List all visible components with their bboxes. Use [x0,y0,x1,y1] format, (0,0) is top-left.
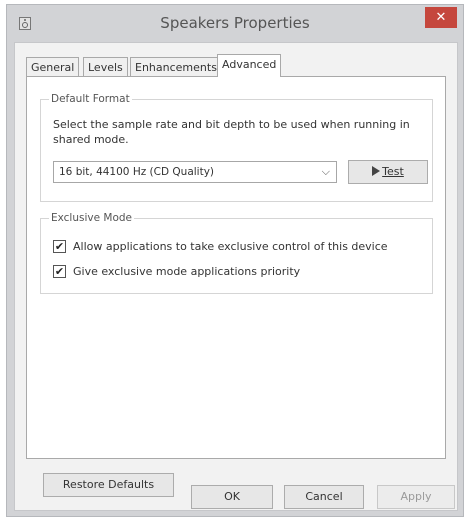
sample-rate-dropdown[interactable]: 16 bit, 44100 Hz (CD Quality) ⌵ [53,161,337,183]
tab-advanced[interactable]: Advanced [217,54,282,77]
title-bar[interactable]: Speakers Properties ✕ [7,5,463,42]
cancel-button[interactable]: Cancel [284,485,364,509]
exclusive-mode-legend: Exclusive Mode [49,212,135,224]
play-icon [372,166,381,176]
test-button-label: Test [382,165,404,178]
tab-enhancements[interactable]: Enhancements [130,57,222,76]
sample-rate-value: 16 bit, 44100 Hz (CD Quality) [59,166,215,178]
window-title: Speakers Properties [160,14,310,32]
test-button[interactable]: Test [348,160,428,184]
properties-window: Speakers Properties ✕ General Levels Enh… [6,4,464,517]
exclusive-priority-label: Give exclusive mode applications priorit… [73,265,301,278]
allow-exclusive-label: Allow applications to take exclusive con… [73,240,388,253]
tab-general[interactable]: General [26,57,80,76]
ok-button[interactable]: OK [191,485,273,509]
apply-button[interactable]: Apply [377,485,455,509]
allow-exclusive-checkbox[interactable]: ✔ [53,240,66,253]
exclusive-priority-checkbox[interactable]: ✔ [53,265,66,278]
close-icon: ✕ [435,10,447,25]
dialog-body: General Levels Enhancements Advanced Def… [14,42,458,511]
restore-defaults-button[interactable]: Restore Defaults [43,473,174,497]
checkmark-icon: ✔ [54,265,65,278]
exclusive-mode-group: Exclusive Mode ✔ Allow applications to t… [40,212,433,294]
tab-levels[interactable]: Levels [83,57,128,76]
advanced-tab-panel: Default Format Select the sample rate an… [26,76,446,459]
checkmark-icon: ✔ [54,240,65,253]
chevron-down-icon: ⌵ [321,165,330,178]
default-format-legend: Default Format [49,93,132,105]
close-button[interactable]: ✕ [425,7,457,28]
default-format-description: Select the sample rate and bit depth to … [53,118,410,146]
default-format-group: Default Format Select the sample rate an… [40,93,433,202]
